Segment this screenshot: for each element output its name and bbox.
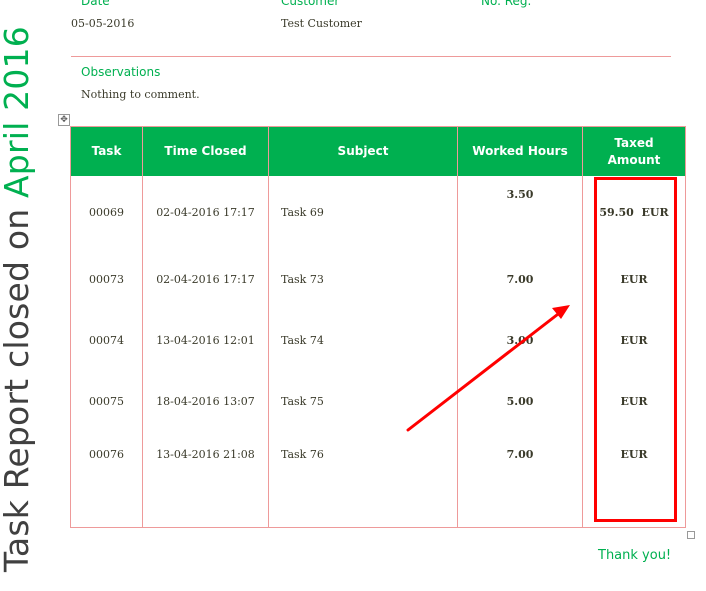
column-header-task: Task (70, 126, 143, 176)
observations-label: Observations (81, 65, 161, 79)
column-header-time-closed: Time Closed (142, 126, 269, 176)
cell-subject: Task 76 (268, 432, 458, 528)
header-divider (71, 56, 671, 57)
cell-task: 00074 (70, 310, 143, 371)
cell-worked-hours: 5.00 (457, 371, 583, 432)
cell-task: 00069 (70, 176, 143, 249)
column-header-taxed-amount: Taxed Amount (582, 126, 686, 176)
cell-worked-hours: 3.00 (457, 310, 583, 371)
cell-time-closed: 02-04-2016 17:17 (142, 249, 269, 310)
cell-time-closed: 02-04-2016 17:17 (142, 176, 269, 249)
table-header-row: Task Time Closed Subject Worked Hours Ta… (70, 126, 686, 176)
customer-label: Customer (281, 0, 340, 8)
cell-subject: Task 75 (268, 371, 458, 432)
report-title: Task Report closed on April 2016 (0, 22, 37, 572)
customer-value: Test Customer (281, 17, 362, 30)
report-title-prefix: Task Report closed on (0, 197, 36, 572)
column-header-worked-hours: Worked Hours (457, 126, 583, 176)
column-header-subject: Subject (268, 126, 458, 176)
cell-subject: Task 69 (268, 176, 458, 249)
cell-task: 00073 (70, 249, 143, 310)
cell-time-closed: 18-04-2016 13:07 (142, 371, 269, 432)
cell-time-closed: 13-04-2016 21:08 (142, 432, 269, 528)
thank-you-text: Thank you! (598, 548, 672, 563)
cell-time-closed: 13-04-2016 12:01 (142, 310, 269, 371)
report-title-period: April 2016 (0, 26, 36, 198)
observations-text: Nothing to comment. (81, 88, 200, 101)
annotation-highlight-box (594, 177, 677, 522)
cell-task: 00076 (70, 432, 143, 528)
cell-worked-hours: 7.00 (457, 432, 583, 528)
move-icon[interactable]: ✥ (58, 114, 70, 126)
resize-icon[interactable] (687, 531, 695, 539)
date-label: Date (81, 0, 110, 8)
cell-subject: Task 74 (268, 310, 458, 371)
date-value: 05-05-2016 (71, 17, 135, 30)
cell-subject: Task 73 (268, 249, 458, 310)
reg-label: No. Reg. (481, 0, 532, 8)
cell-worked-hours: 7.00 (457, 249, 583, 310)
cell-worked-hours: 3.50 (457, 176, 583, 249)
cell-task: 00075 (70, 371, 143, 432)
